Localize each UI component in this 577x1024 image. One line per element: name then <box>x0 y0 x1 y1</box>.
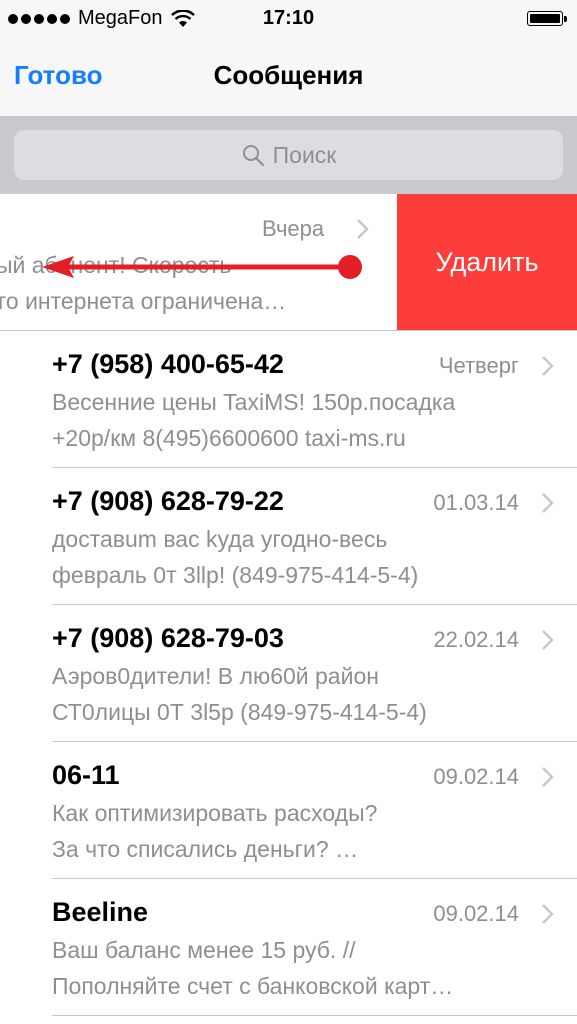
message-sender: +7 (908) 628-79-03 <box>52 623 284 653</box>
message-row[interactable]: +7 (908) 628-79-22 01.03.14 доставum вас… <box>0 468 577 605</box>
page-title: Сообщения <box>213 60 364 90</box>
chevron-right-icon <box>357 219 369 239</box>
message-date: Вчера <box>262 216 325 241</box>
message-sender: 06-11 <box>52 760 120 790</box>
message-preview-line2: го интернета ограничена… <box>0 288 287 314</box>
message-date: 09.02.14 <box>433 764 519 789</box>
search-bar: Поиск <box>0 116 577 194</box>
message-preview-line2: +20р/км 8(495)6600600 taxi-ms.ru <box>52 425 406 451</box>
message-date: 01.03.14 <box>433 490 519 515</box>
message-preview-line2: Пополняйте счет с банковской карт… <box>52 973 454 999</box>
message-row[interactable]: 06-11 09.02.14 Как оптимизировать расход… <box>0 742 577 879</box>
chevron-right-icon <box>542 630 554 650</box>
battery-icon <box>527 11 567 26</box>
message-preview-line1: Весенние цены TaxiMS! 150р.посадка <box>52 389 456 415</box>
message-preview-line1: Аэров0дители! В лю60й район <box>52 663 379 689</box>
swipe-arrow-annotation <box>42 255 362 279</box>
search-input[interactable]: Поиск <box>14 130 563 180</box>
message-preview-line2: февраль 0т 3llр! (849-975-414-5-4) <box>52 562 419 588</box>
message-date: 09.02.14 <box>433 901 519 926</box>
status-bar: MegaFon 17:10 <box>0 0 577 38</box>
search-icon <box>242 145 264 167</box>
status-time: 17:10 <box>262 7 315 29</box>
message-preview-line1: доставum вас kуда yгодно-весь <box>52 526 388 552</box>
navigation-bar: Готово Сообщения <box>0 38 577 116</box>
message-sender: +7 (908) 628-79-22 <box>52 486 284 516</box>
message-preview-line1: Как оптимизировать расходы? <box>52 800 378 826</box>
message-preview-line2: За что списались деньги? … <box>52 836 359 862</box>
message-sender: Beeline <box>52 897 149 927</box>
chevron-right-icon <box>542 493 554 513</box>
search-placeholder: Поиск <box>272 141 337 168</box>
message-date: Четверг <box>438 353 519 378</box>
delete-button[interactable]: Удалить <box>397 194 577 330</box>
message-row[interactable]: Beeline 09.02.14 Ваш баланс менее 15 руб… <box>0 879 577 1016</box>
message-date: 22.02.14 <box>433 627 519 652</box>
message-sender: +7 (958) 400-65-42 <box>52 349 284 379</box>
chevron-right-icon <box>542 904 554 924</box>
message-preview-line2: СТ0лицы 0Т 3l5р (849-975-414-5-4) <box>52 699 427 725</box>
chevron-right-icon <box>542 767 554 787</box>
message-row[interactable]: +7 (958) 400-65-42 Четверг Весенние цены… <box>0 331 577 468</box>
message-row[interactable]: +7 (908) 628-79-03 22.02.14 Аэров0дители… <box>0 605 577 742</box>
chevron-right-icon <box>542 356 554 376</box>
message-preview-line1: Ваш баланс менее 15 руб. // <box>52 937 356 963</box>
